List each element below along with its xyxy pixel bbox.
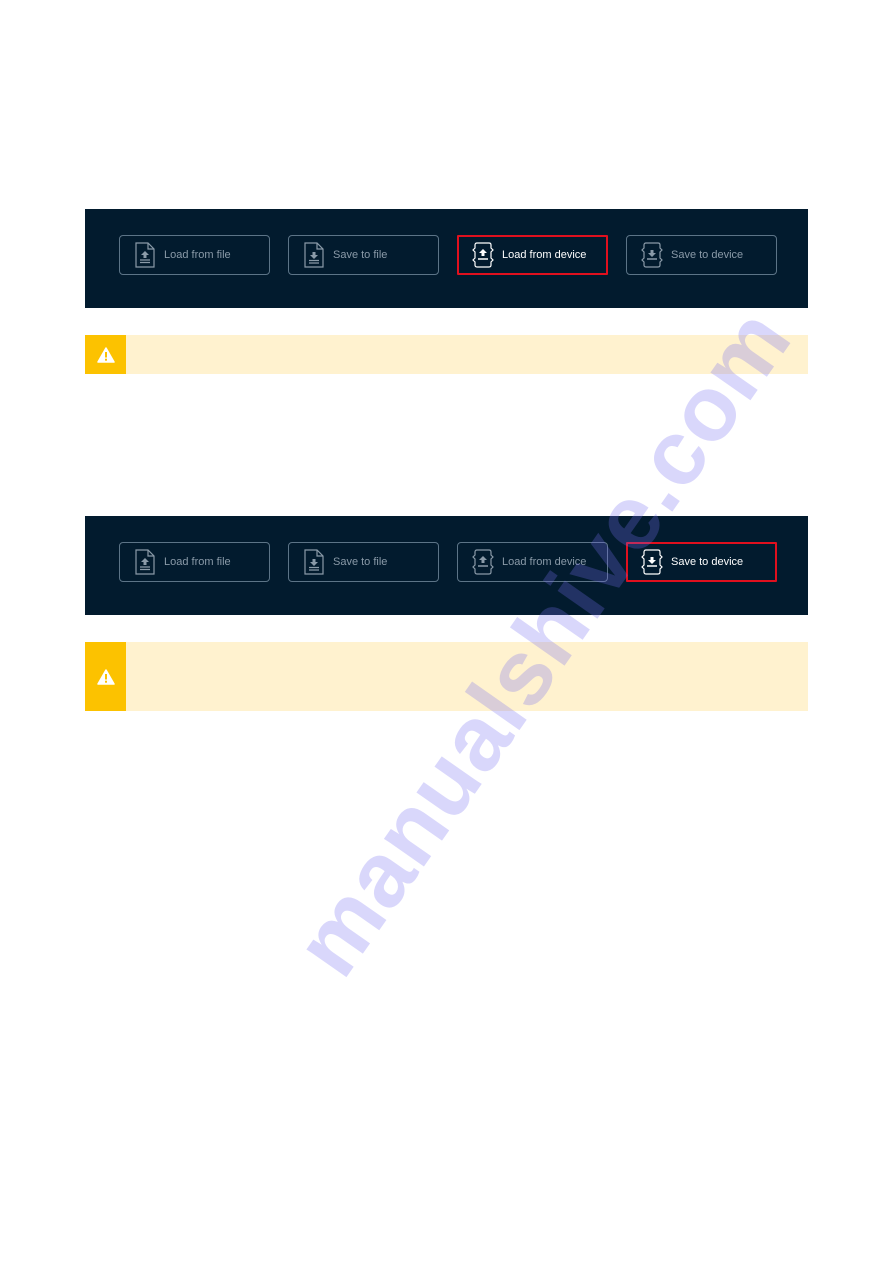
button-label: Save to device (671, 249, 744, 261)
warning-accent (85, 642, 126, 711)
device-upload-icon (472, 242, 494, 268)
save-to-file-button[interactable]: Save to file (288, 542, 439, 582)
file-upload-icon (135, 242, 155, 268)
button-label: Load from file (164, 249, 231, 261)
warning-text (126, 335, 808, 374)
load-from-file-button[interactable]: Load from file (119, 542, 270, 582)
file-download-icon (304, 242, 324, 268)
warning-icon (96, 668, 115, 685)
button-label: Save to file (333, 249, 388, 261)
save-to-file-button[interactable]: Save to file (288, 235, 439, 275)
toolbar-panel-2: Load from file Save to file Load from de… (85, 516, 808, 615)
file-upload-icon (135, 549, 155, 575)
load-from-file-button[interactable]: Load from file (119, 235, 270, 275)
save-to-device-button[interactable]: Save to device (626, 542, 777, 582)
warning-text (126, 642, 808, 711)
button-label: Save to device (671, 556, 744, 568)
file-download-icon (304, 549, 324, 575)
warning-icon (96, 346, 115, 363)
save-to-device-button[interactable]: Save to device (626, 235, 777, 275)
warning-accent (85, 335, 126, 374)
warning-notice-1 (85, 335, 808, 374)
button-label: Save to file (333, 556, 388, 568)
toolbar-panel-1: Load from file Save to file Load from de… (85, 209, 808, 308)
button-label: Load from device (502, 556, 587, 568)
device-download-icon (641, 242, 663, 268)
device-download-icon (641, 549, 663, 575)
button-label: Load from device (502, 249, 587, 261)
load-from-device-button[interactable]: Load from device (457, 235, 608, 275)
load-from-device-button[interactable]: Load from device (457, 542, 608, 582)
button-label: Load from file (164, 556, 231, 568)
warning-notice-2 (85, 642, 808, 711)
device-upload-icon (472, 549, 494, 575)
